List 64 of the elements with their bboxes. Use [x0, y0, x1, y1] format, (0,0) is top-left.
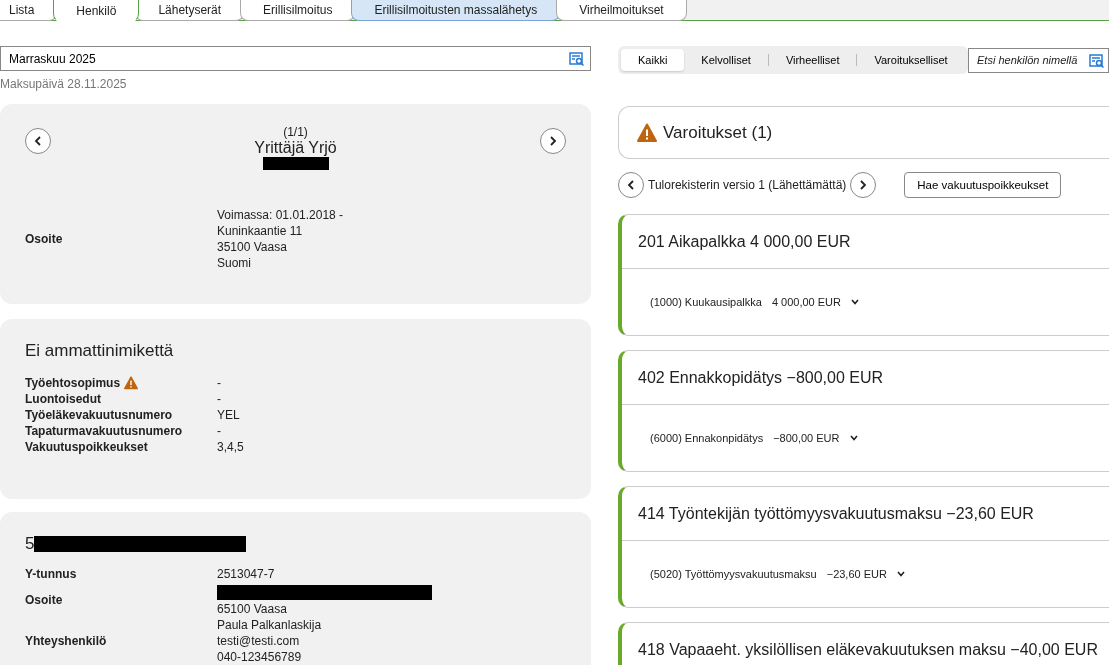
- field-label: Vakuutuspoikkeukset: [25, 439, 148, 455]
- search-icon[interactable]: [1089, 53, 1105, 68]
- item-amount: −800,00 EUR: [773, 431, 840, 446]
- previous-button[interactable]: [25, 128, 51, 154]
- person-name: Yrittäjä Yrjö: [254, 140, 337, 156]
- tab[interactable]: Henkilö: [53, 0, 140, 22]
- person-counter: (1/1): [282, 124, 309, 140]
- field-label: Osoite: [25, 591, 63, 608]
- field-label: Osoite: [25, 231, 63, 247]
- item-amount: 4 000,00 EUR: [771, 295, 841, 310]
- field-label: Työeläkevakuutusnumero: [25, 407, 173, 423]
- field-value: -: [217, 423, 221, 439]
- person-search-field[interactable]: Etsi henkilön nimellä: [968, 47, 1109, 73]
- field-value: testi@testi.com: [217, 633, 301, 649]
- item-detail: (1000) Kuukausipalkka: [650, 295, 762, 310]
- field-label: Y-tunnus: [25, 566, 77, 582]
- search-icon[interactable]: [569, 52, 585, 66]
- field-label: Yhteyshenkilö: [25, 633, 107, 649]
- chevron-down-icon[interactable]: [896, 571, 905, 577]
- fetch-exceptions-button[interactable]: Hae vakuutuspoikkeukset: [904, 172, 1062, 198]
- next-button[interactable]: [540, 128, 566, 154]
- field-label: Luontoisedut: [25, 391, 101, 407]
- item-title: 414 Työntekijän työttömyysvakuutusmaksu −23,60 EUR: [622, 487, 1109, 541]
- item-title: 402 Ennakkopidätys −800,00 EUR: [622, 351, 1109, 405]
- warning-icon: [637, 122, 657, 143]
- tab[interactable]: Virheilmoitukset: [556, 0, 687, 21]
- field-value: -: [217, 375, 221, 391]
- chevron-left-icon[interactable]: [627, 180, 635, 190]
- card-title: Ei ammattinimikettä: [25, 343, 175, 359]
- version-label: Tulorekisterin versio 1 (Lähettämättä): [648, 177, 847, 193]
- item-detail: (5020) Työttömyysvakuutusmaksu: [650, 567, 817, 582]
- field-value: 65100 Vaasa: [217, 601, 288, 617]
- field-value: Suomi: [217, 255, 252, 271]
- field-label: Tapaturmavakuutusnumero: [25, 423, 183, 439]
- item-title: 201 Aikapalkka 4 000,00 EUR: [622, 215, 1109, 269]
- warnings-panel[interactable]: Varoitukset (1): [618, 106, 1109, 159]
- card-title: 5: [25, 536, 35, 552]
- field-value: Kuninkaantie 11: [217, 223, 304, 239]
- field-value: 35100 Vaasa: [217, 239, 288, 255]
- chevron-down-icon[interactable]: [851, 299, 859, 305]
- item-detail: (6000) Ennakonpidätys: [650, 431, 764, 446]
- filter-tab[interactable]: Virheelliset: [768, 49, 857, 71]
- previous-button[interactable]: [618, 172, 644, 198]
- field-value: 040-123456789: [217, 649, 303, 665]
- chevron-right-icon[interactable]: [859, 180, 868, 190]
- filter-tab[interactable]: Varoitukselliset: [857, 49, 965, 71]
- warnings-title: Varoitukset (1): [663, 124, 773, 141]
- item-title: 418 Vapaaeht. yksilöllisen eläkevakuutuksen maksu −40,00 EUR: [622, 623, 1109, 665]
- chevron-right-icon[interactable]: [549, 136, 557, 146]
- field-label: Työehtosopimus: [25, 375, 121, 391]
- next-button[interactable]: [850, 172, 877, 198]
- field-value: 3,4,5: [217, 439, 244, 455]
- field-value: -: [217, 391, 221, 407]
- item-amount: −23,60 EUR: [826, 567, 887, 582]
- chevron-down-icon[interactable]: [849, 435, 858, 441]
- period-field[interactable]: Marraskuu 2025: [0, 46, 591, 71]
- filter-tab[interactable]: Kelvolliset: [684, 49, 768, 71]
- payment-date: Maksupäivä 28.11.2025: [0, 76, 128, 92]
- field-value: Voimassa: 01.01.2018 -: [217, 207, 344, 223]
- filter-tab[interactable]: Kaikki: [621, 49, 685, 71]
- field-value: Paula Palkanlaskija: [217, 617, 322, 633]
- field-value: 2513047-7: [217, 566, 275, 582]
- field-value: YEL: [217, 407, 240, 423]
- chevron-left-icon[interactable]: [34, 136, 42, 146]
